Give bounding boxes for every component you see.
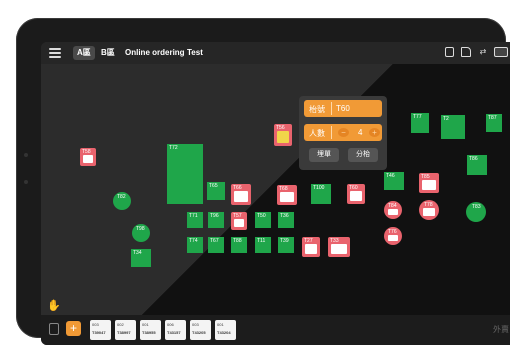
takeaway-label[interactable]: 外賣 xyxy=(493,324,509,335)
table-action-popup: 枱號 T60 人數 − 4 + 埋單 分枱 xyxy=(299,96,387,170)
tablet-frame: A區 B區 Online ordering Test ⇄ T58 T56 T72… xyxy=(16,18,510,345)
table-t77[interactable]: T77 xyxy=(411,113,429,133)
app-screen: A區 B區 Online ordering Test ⇄ T58 T56 T72… xyxy=(41,42,510,345)
table-t84[interactable]: T84 xyxy=(384,201,402,219)
table-t27[interactable]: T27 xyxy=(302,237,320,257)
takeaway-order-card[interactable]: 001 T43204 xyxy=(215,320,236,340)
table-t36[interactable]: T36 xyxy=(278,212,294,228)
table-t86[interactable]: T86 xyxy=(467,155,487,175)
screen-icon[interactable] xyxy=(494,47,508,57)
table-t88[interactable]: T88 xyxy=(231,237,247,253)
table-t98[interactable]: T98 xyxy=(132,224,150,242)
table-number-label: 枱號 xyxy=(309,105,325,114)
table-t71[interactable]: T71 xyxy=(187,212,203,228)
table-t50[interactable]: T50 xyxy=(255,212,271,228)
decrease-people-button[interactable]: − xyxy=(338,128,349,137)
tag-icon[interactable] xyxy=(461,47,471,57)
document-icon[interactable] xyxy=(445,47,454,57)
takeaway-order-card[interactable]: 006 T43157 xyxy=(165,320,186,340)
people-count-label: 人數 xyxy=(309,129,325,138)
table-t56[interactable]: T56 xyxy=(274,124,292,146)
table-t39[interactable]: T39 xyxy=(278,237,294,253)
table-t34[interactable]: T34 xyxy=(131,249,151,267)
table-t60[interactable]: T60 xyxy=(347,184,365,204)
hand-cursor-icon: ✋ xyxy=(47,300,61,312)
takeaway-order-card[interactable]: 003 T43205 xyxy=(190,320,211,340)
table-t76[interactable]: T76 xyxy=(384,227,402,245)
takeaway-order-card[interactable]: 003 T39047 xyxy=(90,320,111,340)
table-t57[interactable]: T57 xyxy=(231,212,247,230)
table-number-value: T60 xyxy=(336,104,350,113)
bill-button[interactable]: 埋單 xyxy=(309,148,339,162)
increase-people-button[interactable]: + xyxy=(369,128,380,137)
top-bar: A區 B區 Online ordering Test ⇄ xyxy=(41,42,510,64)
camera-dot xyxy=(24,180,28,184)
tab-area-b[interactable]: B區 xyxy=(97,46,119,60)
table-t65[interactable]: T65 xyxy=(207,182,225,200)
shopping-bag-icon[interactable] xyxy=(49,323,59,335)
table-t33[interactable]: T33 xyxy=(328,237,350,257)
table-t58[interactable]: T58 xyxy=(80,148,96,166)
table-t82[interactable]: T82 xyxy=(113,192,131,210)
takeaway-order-card[interactable]: 002 T38997 xyxy=(115,320,136,340)
tab-online-ordering[interactable]: Online ordering xyxy=(121,46,189,60)
tab-test[interactable]: Test xyxy=(183,46,207,60)
table-t87[interactable]: T87 xyxy=(486,114,502,132)
table-t74[interactable]: T74 xyxy=(187,237,203,253)
table-t46[interactable]: T46 xyxy=(384,172,404,190)
table-t72[interactable]: T72 xyxy=(167,144,203,204)
table-t78[interactable]: T78 xyxy=(419,200,439,220)
table-t67[interactable]: T67 xyxy=(208,237,224,253)
table-t96[interactable]: T96 xyxy=(208,212,224,228)
split-table-button[interactable]: 分枱 xyxy=(348,148,378,162)
tab-area-a[interactable]: A區 xyxy=(73,46,95,60)
transfer-icon[interactable]: ⇄ xyxy=(478,47,488,57)
table-t2[interactable]: T2 xyxy=(441,115,465,139)
table-t83[interactable]: T83 xyxy=(466,202,486,222)
bottom-bar: + 003 T39047 002 T38997 001 T38955 006 T4315… xyxy=(41,315,510,345)
camera-dot xyxy=(24,153,28,157)
table-number-row: 枱號 T60 xyxy=(304,100,382,117)
table-t68[interactable]: T68 xyxy=(277,185,297,205)
table-t100[interactable]: T100 xyxy=(311,184,331,204)
people-count-value: 4 xyxy=(358,128,363,137)
table-t11[interactable]: T11 xyxy=(255,237,271,253)
people-count-row: 人數 − 4 + xyxy=(304,124,382,141)
table-t66[interactable]: T66 xyxy=(231,184,251,205)
takeaway-order-card[interactable]: 001 T38955 xyxy=(140,320,161,340)
menu-icon[interactable] xyxy=(49,48,61,58)
table-t85[interactable]: T85 xyxy=(419,173,439,193)
add-order-button[interactable]: + xyxy=(66,321,81,336)
